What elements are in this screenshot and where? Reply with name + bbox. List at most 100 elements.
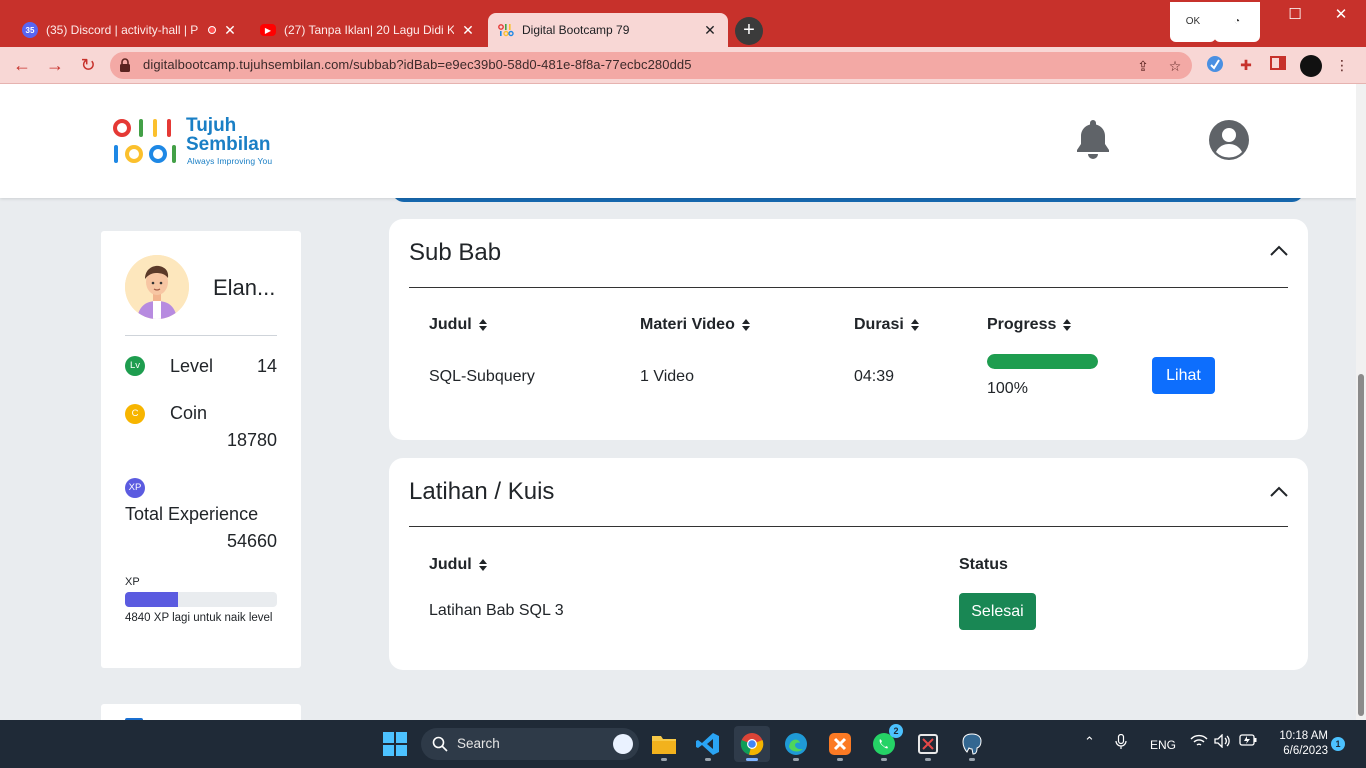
progress-bar [987,354,1098,369]
cell-durasi: 04:39 [854,368,895,385]
close-window-button[interactable]: ✕ [1318,0,1364,30]
latihan-kuis-title: Latihan / Kuis [409,478,555,505]
maximize-button[interactable]: ☐ [1272,0,1318,30]
windows-taskbar: Search 2 ⌃ ENG 10:18 AM 6/6/2023 1 [0,720,1366,768]
url-field[interactable]: digitalbootcamp.tujuhsembilan.com/subbab… [110,52,1192,79]
snipping-tool-icon[interactable] [910,726,946,762]
cell-judul: Latihan Bab SQL 3 [429,602,564,619]
column-header-durasi[interactable]: Durasi [854,316,919,334]
bookmark-star-icon[interactable]: ☆ [1166,57,1184,75]
language-indicator[interactable]: ENG [1150,738,1176,752]
tab-title: (27) Tanpa Iklan| 20 Lagu Didi Ke [284,23,454,37]
windows-start-icon[interactable] [383,732,407,756]
coin-label: Coin [170,403,208,423]
level-icon: Lv [125,356,145,376]
coin-icon: C [125,404,145,424]
clock-time: 10:18 AM [1279,730,1328,742]
column-header-judul[interactable]: Judul [429,556,487,574]
system-clock[interactable]: 10:18 AM 6/6/2023 [1268,729,1328,759]
card-divider [409,526,1288,527]
profile-name: Elan... [213,275,276,300]
back-icon[interactable]: ← [10,54,34,78]
column-header-materi-video[interactable]: Materi Video [640,316,750,334]
minimize-button[interactable]: — [1226,0,1272,30]
close-tab-icon[interactable]: ✕ [460,22,476,39]
latihan-kuis-card: Latihan / Kuis Judul Status Latihan Bab … [389,458,1308,670]
site-header: Tujuh Sembilan Always Improving You [0,84,1356,198]
tab-title: Digital Bootcamp 79 [522,23,630,37]
notification-bell-icon[interactable] [1075,118,1111,160]
logo-text-line2: Sembilan [186,134,271,155]
sort-icon [741,319,750,331]
close-tab-icon[interactable]: ✕ [702,22,718,39]
extension-icon[interactable] [1205,55,1225,75]
column-header-status: Status [959,556,1008,574]
file-explorer-icon[interactable] [646,726,682,762]
subbab-card: Sub Bab Judul Materi Video Durasi Progre… [389,219,1308,440]
tray-overflow-icon[interactable]: ⌃ [1084,734,1095,750]
site-logo[interactable]: Tujuh Sembilan Always Improving You [112,115,282,168]
xp-bar-label: XP [125,576,140,588]
taskbar-search[interactable]: Search [421,728,639,760]
sidepanel-icon[interactable] [1268,55,1288,75]
edge-icon[interactable] [778,726,814,762]
chevron-up-icon[interactable] [1270,486,1288,498]
column-header-label: Progress [987,316,1057,333]
browser-tab-strip: 35 (35) Discord | activity-hall | P ✕ ▶ … [0,0,1366,47]
tujuhsembilan-favicon [498,22,514,38]
xampp-icon[interactable] [822,726,858,762]
postgresql-icon[interactable] [954,726,990,762]
user-account-icon[interactable] [1209,120,1249,160]
page-scrollbar[interactable] [1356,84,1366,720]
account-avatar-icon[interactable] [1300,55,1322,77]
status-selesai-button[interactable]: Selesai [959,593,1036,630]
puzzle-icon[interactable]: ✚ [1236,55,1256,75]
share-icon[interactable]: ⇪ [1134,57,1152,75]
reload-icon[interactable]: ↻ [76,54,100,78]
volume-icon[interactable] [1214,733,1230,751]
cell-judul: SQL-Subquery [429,368,535,385]
tab-digital-bootcamp[interactable]: Digital Bootcamp 79 ✕ [488,13,728,47]
wifi-icon[interactable] [1190,734,1208,751]
sort-icon [1063,319,1072,331]
scrollbar-thumb[interactable] [1358,374,1364,716]
profile-card: Elan... Lv Level 14 C Coin 18780 XP Tota… [101,231,301,668]
youtube-icon: ▶ [260,24,276,36]
menu-icon[interactable]: ⋮ [1332,55,1352,75]
xp-progress-fill [125,592,179,607]
chevron-up-icon[interactable] [1270,245,1288,257]
level-value: 14 [256,356,277,376]
coin-value: 18780 [226,430,277,450]
vscode-icon[interactable] [690,726,726,762]
whatsapp-badge: 2 [889,724,903,738]
microphone-icon[interactable] [1115,733,1127,753]
notification-count-badge[interactable]: 1 [1331,737,1345,751]
column-header-label: Judul [429,556,472,573]
chrome-icon[interactable] [734,726,770,762]
column-header-judul[interactable]: Judul [429,316,487,334]
url-text: digitalbootcamp.tujuhsembilan.com/subbab… [143,57,692,72]
progress-fill [987,354,1098,369]
cell-materi-video: 1 Video [640,368,694,385]
tab-discord[interactable]: 35 (35) Discord | activity-hall | P ✕ [12,13,248,47]
lock-icon [120,58,130,72]
whatsapp-icon[interactable]: 2 [866,724,903,762]
sort-icon [910,319,919,331]
tab-youtube[interactable]: ▶ (27) Tanpa Iklan| 20 Lagu Didi Ke ✕ [250,13,486,47]
close-tab-icon[interactable]: ✕ [222,22,238,39]
level-label: Level [170,356,214,376]
column-header-progress[interactable]: Progress [987,316,1072,334]
clock-date: 6/6/2023 [1283,745,1328,757]
address-bar: ← → ↻ digitalbootcamp.tujuhsembilan.com/… [0,47,1366,84]
lihat-button[interactable]: Lihat [1152,357,1215,394]
column-header-label: Durasi [854,316,904,333]
battery-icon[interactable] [1239,734,1257,749]
bing-icon [613,734,633,754]
forward-icon[interactable]: → [43,54,67,78]
column-header-label: Judul [429,316,472,333]
avatar [125,255,189,319]
discord-icon: 35 [22,22,38,38]
subbab-title: Sub Bab [409,239,502,266]
tab-title: (35) Discord | activity-hall | P [46,23,199,37]
new-tab-button[interactable]: + [735,17,763,45]
